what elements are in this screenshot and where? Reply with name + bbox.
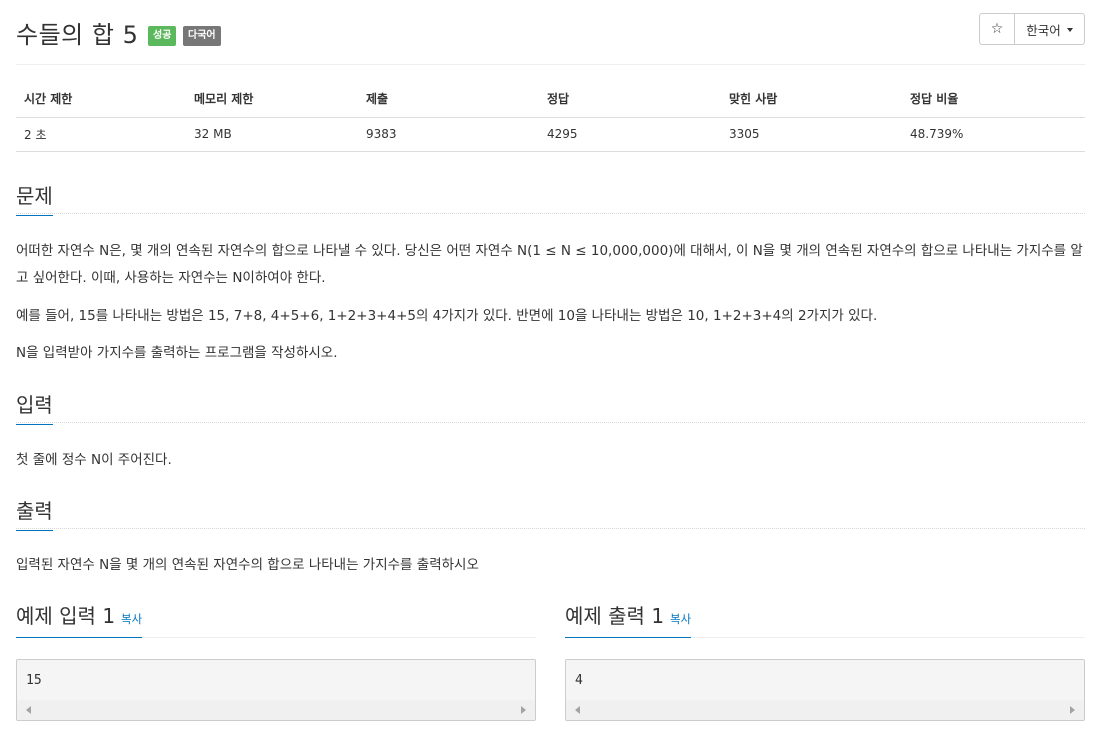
star-button[interactable]: ☆ [979,13,1015,45]
cell-accepted: 4295 [539,117,721,152]
scroll-left-icon[interactable] [575,706,580,714]
sample-input-title: 예제 입력 1 복사 [16,600,143,638]
sample-output-heading: 예제 출력 1 복사 [565,600,1085,638]
problem-title: 수들의 합 5 [16,21,139,49]
problem-heading: 문제 [16,180,53,216]
language-label: 한국어 [1026,22,1061,38]
scroll-right-icon[interactable] [521,706,526,714]
star-icon: ☆ [990,21,1004,37]
sample-output-title: 예제 출력 1 복사 [565,600,692,638]
sample-output-copy-button[interactable]: 복사 [670,612,691,626]
sample-input-heading-text: 예제 입력 1 [16,604,116,628]
table-header-row: 시간 제한 메모리 제한 제출 정답 맞힌 사람 정답 비율 [16,81,1085,118]
caret-down-icon [1066,28,1073,32]
sample-input-content: 15 [26,673,42,688]
problem-info-table: 시간 제한 메모리 제한 제출 정답 맞힌 사람 정답 비율 2 초 32 MB… [16,81,1085,152]
output-description: 입력된 자연수 N을 몇 개의 연속된 자연수의 합으로 나타내는 가지수를 출… [16,557,479,573]
title-row: 수들의 합 5 성공 다국어 ☆ 한국어 [16,13,1085,49]
output-heading: 출력 [16,495,53,531]
horizontal-scrollbar[interactable] [566,700,1084,720]
title-actions: ☆ 한국어 [979,13,1085,45]
sample-input-copy-button[interactable]: 복사 [121,612,142,626]
output-section-heading: 출력 [16,495,1085,531]
sample-input-box[interactable]: 15 [16,659,536,721]
problem-paragraph-2: 예를 들어, 15를 나타내는 방법은 15, 7+8, 4+5+6, 1+2+… [16,308,878,324]
sample-output-box[interactable]: 4 [565,659,1085,721]
section-divider [16,528,1085,529]
language-dropdown[interactable]: 한국어 [1015,13,1085,45]
sample-output-heading-text: 예제 출력 1 [565,604,665,628]
multilang-badge[interactable]: 다국어 [183,26,221,46]
header-memory-limit: 메모리 제한 [186,81,358,118]
section-divider [16,213,1085,214]
title-divider [16,64,1085,65]
header-accepted: 정답 [539,81,721,118]
header-solvers: 맞힌 사람 [721,81,902,118]
problem-page: 수들의 합 5 성공 다국어 ☆ 한국어 시간 제한 메모리 제한 제출 정답 … [0,0,1105,739]
input-section-heading: 입력 [16,389,1085,425]
cell-submissions: 9383 [358,117,539,152]
header-accept-ratio: 정답 비율 [902,81,1085,118]
success-badge[interactable]: 성공 [148,26,177,46]
cell-time-limit: 2 초 [16,117,186,152]
scroll-left-icon[interactable] [26,706,31,714]
input-heading: 입력 [16,389,53,425]
problem-section-heading: 문제 [16,180,1085,216]
input-description: 첫 줄에 정수 N이 주어진다. [16,452,172,468]
cell-memory-limit: 32 MB [186,117,358,152]
horizontal-scrollbar[interactable] [17,700,535,720]
problem-paragraph-1: 어떠한 자연수 N은, 몇 개의 연속된 자연수의 합으로 나타낼 수 있다. … [16,243,1083,286]
section-divider [16,422,1085,423]
header-time-limit: 시간 제한 [16,81,186,118]
cell-solvers: 3305 [721,117,902,152]
problem-paragraph-3: N을 입력받아 가지수를 출력하는 프로그램을 작성하시오. [16,345,338,361]
cell-accept-ratio: 48.739% [902,117,1085,152]
scroll-right-icon[interactable] [1070,706,1075,714]
sample-output-content: 4 [575,673,583,688]
table-row: 2 초 32 MB 9383 4295 3305 48.739% [16,117,1085,152]
header-submissions: 제출 [358,81,539,118]
sample-input-heading: 예제 입력 1 복사 [16,600,536,638]
